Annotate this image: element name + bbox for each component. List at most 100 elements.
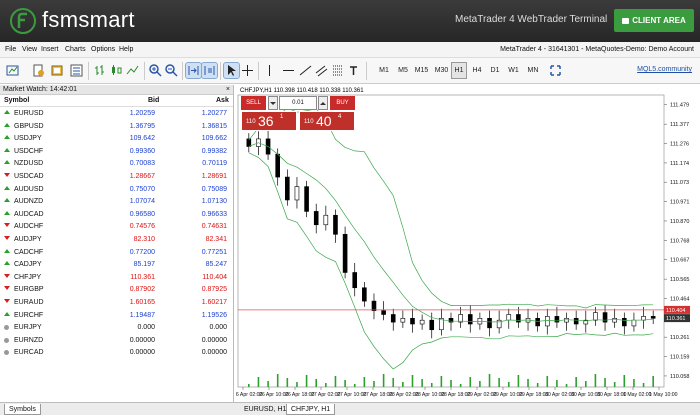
- bid-price-prefix: 110: [246, 119, 256, 125]
- market-watch-row[interactable]: USDCAD 1.28667 1.28691: [0, 170, 233, 183]
- client-area-button[interactable]: CLIENT AREA: [614, 9, 694, 32]
- market-watch-row[interactable]: CADCHF 0.77200 0.77251: [0, 246, 233, 259]
- ask-value: 1.20277: [201, 110, 227, 117]
- crosshair-icon[interactable]: [240, 63, 255, 78]
- x-tick-label: 1 May 02:00: [623, 392, 652, 398]
- profiles-icon[interactable]: [50, 63, 65, 78]
- candlestick-chart-icon[interactable]: [109, 63, 124, 78]
- market-watch-row[interactable]: EURUSD 1.20259 1.20277: [0, 107, 233, 120]
- market-watch-row[interactable]: EURGBP 0.87902 0.87925: [0, 283, 233, 296]
- close-icon[interactable]: ×: [226, 85, 230, 95]
- market-watch-title-bar: Market Watch: 14:42:01 ×: [0, 85, 233, 95]
- timeframe-d1[interactable]: D1: [489, 63, 501, 78]
- market-watch-row[interactable]: CHFJPY 110.361 110.404: [0, 271, 233, 284]
- chart-window[interactable]: 111.479 111.377 111.276 111.174 111.073 110.9…: [233, 85, 700, 402]
- market-watch-row[interactable]: USDCHF 0.99360 0.99382: [0, 145, 233, 158]
- arrow-up-icon: [4, 122, 10, 127]
- volume-bar: [536, 383, 539, 387]
- line-chart-icon[interactable]: [125, 63, 140, 78]
- timeframe-mn[interactable]: MN: [526, 63, 540, 78]
- trendline-icon[interactable]: [298, 63, 313, 78]
- market-watch-row[interactable]: EURAUD 1.60165 1.60217: [0, 296, 233, 309]
- channel-icon[interactable]: [314, 63, 329, 78]
- volume-bar: [257, 377, 260, 387]
- tab-symbols[interactable]: Symbols: [4, 404, 41, 415]
- symbol-name: USDJPY: [14, 135, 42, 143]
- timeframe-h4[interactable]: H4: [471, 63, 483, 78]
- market-watch-row[interactable]: AUDNZD 1.07074 1.07130: [0, 195, 233, 208]
- symbol-name: NZDUSD: [14, 160, 44, 168]
- bid-value: 0.96580: [129, 210, 155, 218]
- cursor-icon[interactable]: [223, 62, 240, 79]
- market-watch-icon[interactable]: [69, 63, 84, 78]
- menu-options[interactable]: Options: [91, 46, 115, 53]
- menu-view[interactable]: View: [22, 46, 37, 53]
- market-watch-row[interactable]: CADJPY 85.197 85.247: [0, 258, 233, 271]
- tab-chart-chfjpy[interactable]: CHFJPY, H1: [286, 404, 336, 415]
- sell-button[interactable]: SELL: [241, 96, 266, 110]
- menu-file[interactable]: File: [5, 46, 16, 53]
- zoom-in-icon[interactable]: [148, 63, 163, 78]
- mql5-community-link[interactable]: MQL5.community: [637, 66, 692, 73]
- market-watch-row[interactable]: EURCHF 1.19487 1.19526: [0, 309, 233, 322]
- ask-value: 1.60217: [201, 298, 227, 306]
- candle-body: [631, 319, 637, 327]
- market-watch-row[interactable]: AUDUSD 0.75070 0.75089: [0, 183, 233, 196]
- lot-size-input[interactable]: 0.01: [279, 96, 317, 110]
- new-chart-icon[interactable]: [5, 63, 20, 78]
- symbol-name: USDCHF: [14, 147, 44, 155]
- menu-insert[interactable]: Insert: [41, 46, 59, 53]
- market-watch-row[interactable]: USDJPY 109.642 109.662: [0, 132, 233, 145]
- market-watch-row[interactable]: EURCAD 0.00000 0.00000: [0, 346, 233, 359]
- bar-chart-icon[interactable]: [93, 63, 108, 78]
- bid-value: 0.70083: [129, 160, 155, 168]
- market-watch-row[interactable]: AUDCAD 0.96580 0.96633: [0, 208, 233, 221]
- volume-bar: [344, 380, 346, 387]
- buy-button[interactable]: BUY: [330, 96, 355, 110]
- chart-shift-icon[interactable]: [201, 62, 218, 79]
- market-watch-row[interactable]: AUDCHF 0.74576 0.74631: [0, 220, 233, 233]
- text-label-icon[interactable]: [346, 63, 361, 78]
- arrow-up-icon: [4, 311, 10, 316]
- toolbar-separator: [220, 62, 221, 80]
- market-watch-header: Symbol Bid Ask: [0, 95, 233, 107]
- fullscreen-icon[interactable]: [548, 63, 563, 78]
- fsm-logo-icon: [10, 8, 36, 34]
- market-watch-row[interactable]: GBPUSD 1.36795 1.36815: [0, 120, 233, 133]
- auto-scroll-icon[interactable]: [185, 62, 202, 79]
- vertical-line-icon[interactable]: [262, 63, 277, 78]
- volume-bar: [642, 383, 645, 387]
- menu-help[interactable]: Help: [119, 46, 133, 53]
- timeframe-m5[interactable]: M5: [396, 63, 410, 78]
- market-watch-row[interactable]: NZDUSD 0.70083 0.70119: [0, 157, 233, 170]
- market-watch-row[interactable]: EURJPY 0.000 0.000: [0, 321, 233, 334]
- column-header-symbol[interactable]: Symbol: [4, 97, 29, 104]
- market-watch-row[interactable]: EURNZD 0.00000 0.00000: [0, 334, 233, 347]
- timeframe-w1[interactable]: W1: [507, 63, 520, 78]
- candle-body: [487, 317, 492, 329]
- tab-chart-eurusd[interactable]: EURUSD, H1: [240, 404, 290, 415]
- timeframe-m15[interactable]: M15: [413, 63, 430, 78]
- ask-price-box[interactable]: 110 40 4: [299, 111, 355, 131]
- candle-body: [593, 312, 598, 321]
- fibonacci-icon[interactable]: [330, 63, 345, 78]
- zoom-out-icon[interactable]: [164, 63, 179, 78]
- arrow-down-icon: [4, 172, 10, 177]
- column-header-bid[interactable]: Bid: [148, 97, 159, 104]
- timeframe-m30[interactable]: M30: [433, 63, 450, 78]
- price-chart[interactable]: 111.479 111.377 111.276 111.174 111.073 110.9…: [233, 85, 700, 402]
- bid-price-box[interactable]: 110 36 1: [241, 111, 297, 131]
- timeframe-h1[interactable]: H1: [451, 62, 467, 79]
- horizontal-line-icon[interactable]: [281, 63, 296, 78]
- market-watch-row[interactable]: AUDJPY 82.310 82.341: [0, 233, 233, 246]
- new-order-icon[interactable]: [31, 63, 46, 78]
- column-header-ask[interactable]: Ask: [216, 97, 229, 104]
- ask-price-main: 40: [316, 113, 332, 129]
- lot-increase-button[interactable]: [318, 96, 328, 110]
- lot-decrease-button[interactable]: [268, 96, 278, 110]
- volume-bar: [421, 379, 423, 387]
- candle-body: [342, 234, 348, 273]
- menu-charts[interactable]: Charts: [65, 46, 86, 53]
- market-watch-panel: Market Watch: 14:42:01 × Symbol Bid Ask …: [0, 85, 234, 402]
- timeframe-m1[interactable]: M1: [378, 63, 390, 78]
